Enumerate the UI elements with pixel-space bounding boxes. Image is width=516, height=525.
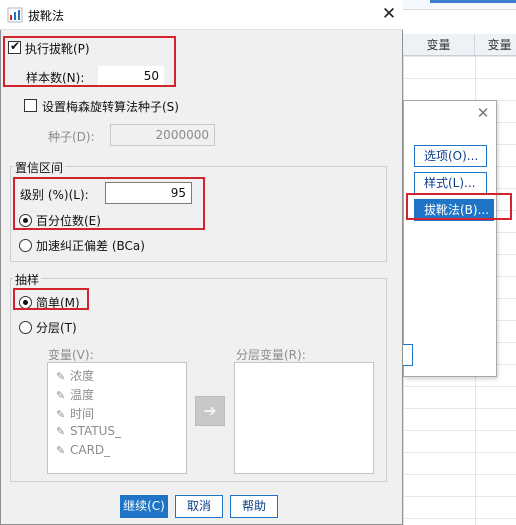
seed-input[interactable]: 2000000 [110, 124, 215, 146]
bca-label: 加速纠正偏差 (BCa) [36, 239, 145, 253]
scale-variable-icon: ✎ [56, 389, 66, 402]
highlight-box-simple-sampling [13, 288, 89, 310]
highlight-box-perform-bootstrap [3, 36, 176, 87]
sampling-title: 抽样 [13, 271, 42, 288]
variables-label: 变量(V): [48, 348, 94, 362]
panel-close-icon[interactable]: ✕ [474, 104, 492, 122]
confidence-interval-title: 置信区间 [13, 159, 66, 176]
highlight-box-bootstrap-button [406, 193, 512, 220]
list-item[interactable]: ✎ CARD_ [56, 443, 110, 461]
list-item[interactable]: ✎ 浓度 [56, 367, 94, 385]
list-item[interactable]: ✎ 时间 [56, 405, 94, 423]
mersenne-checkbox[interactable] [24, 99, 37, 112]
list-item[interactable]: ✎ 温度 [56, 386, 94, 404]
strata-variables-label: 分层变量(R): [236, 348, 306, 362]
list-item[interactable]: ✎ STATUS_ [56, 424, 121, 442]
options-button[interactable]: 选项(O)... [414, 145, 487, 167]
panel-partial-control [403, 344, 413, 366]
stratified-sampling-radio[interactable] [19, 321, 32, 334]
style-button[interactable]: 样式(L)... [414, 172, 487, 194]
editor-accent-line [430, 0, 516, 3]
continue-button[interactable]: 继续(C) [120, 495, 168, 518]
scale-variable-icon: ✎ [56, 370, 66, 383]
scale-variable-icon: ✎ [56, 408, 66, 421]
column-header-variable-2[interactable]: 变量 [475, 34, 516, 56]
seed-label: 种子(D): [48, 130, 95, 144]
scale-variable-icon: ✎ [56, 444, 66, 457]
help-button[interactable]: 帮助 [230, 495, 278, 518]
move-right-arrow-icon[interactable]: ➜ [195, 396, 225, 426]
spss-app-icon [7, 7, 23, 23]
cancel-button[interactable]: 取消 [175, 495, 223, 518]
close-icon[interactable]: ✕ [378, 3, 400, 25]
mersenne-label: 设置梅森旋转算法种子(S) [42, 100, 179, 114]
scale-variable-icon: ✎ [56, 425, 66, 438]
highlight-box-confidence-interval [13, 177, 205, 230]
options-panel [403, 100, 497, 377]
variables-listbox[interactable]: ✎ 浓度 ✎ 温度 ✎ 时间 ✎ STATUS_ ✎ CARD_ [47, 362, 187, 474]
column-header-variable-1[interactable]: 变量 [403, 34, 475, 56]
stratified-sampling-label: 分层(T) [36, 321, 77, 335]
bca-radio[interactable] [19, 239, 32, 252]
strata-variables-listbox[interactable] [234, 362, 374, 474]
dialog-title: 拔靴法 [28, 9, 65, 23]
